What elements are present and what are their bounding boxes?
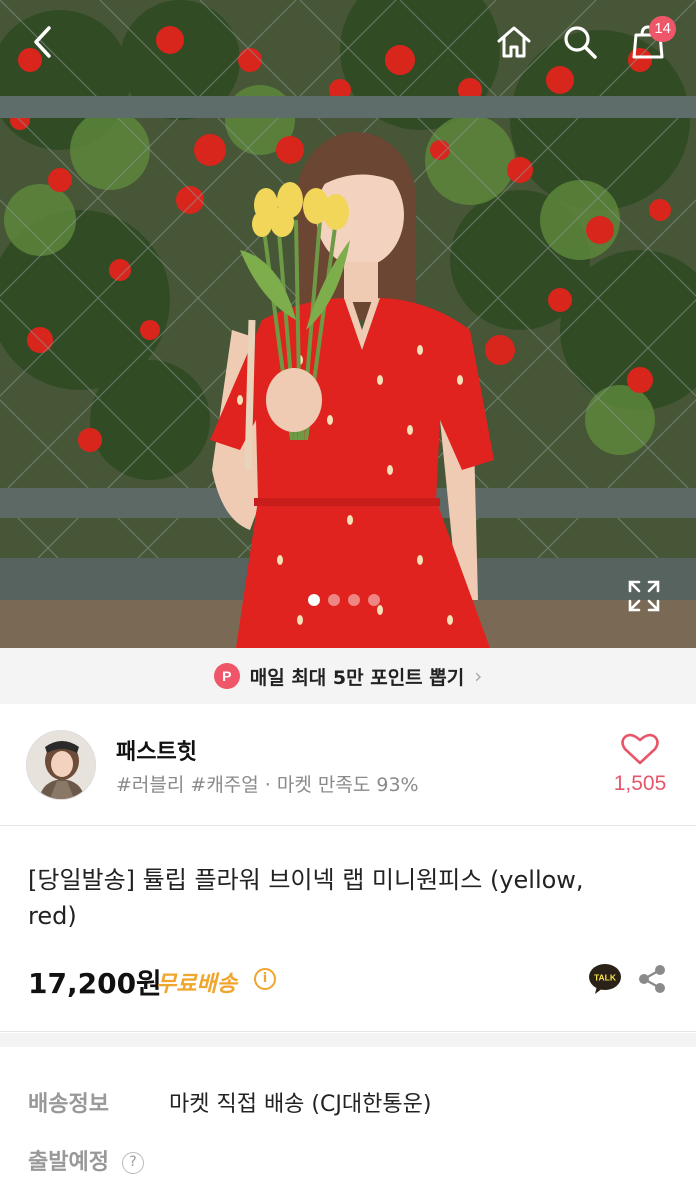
gallery-pagination [308, 594, 380, 606]
gallery-dot[interactable] [348, 594, 360, 606]
section-divider [0, 1033, 696, 1047]
shop-tags: #러블리 #캐주얼 · 마켓 만족도 93% [116, 774, 419, 796]
departure-label: 출발예정 [28, 1150, 109, 1175]
shop-name[interactable]: 패스트힛 [116, 734, 197, 766]
departure-row: 출발예정 ? [28, 1144, 144, 1176]
product-title: [당일발송] 튤립 플라워 브이넥 랩 미니원피스 (yellow, red) [28, 866, 584, 930]
search-icon [564, 26, 597, 59]
point-draw-banner[interactable]: P 매일 최대 5만 포인트 뽑기 › [0, 648, 696, 704]
chevron-right-icon: › [474, 664, 483, 688]
gallery-dot[interactable] [368, 594, 380, 606]
back-icon [34, 26, 51, 58]
shipping-info-value: 마켓 직접 배송 (CJ대한통운) [169, 1092, 432, 1117]
gallery-dot[interactable] [328, 594, 340, 606]
like-count: 1,505 [613, 772, 667, 795]
product-info: [당일발송] 튤립 플라워 브이넥 랩 미니원피스 (yellow, red) … [0, 826, 696, 1032]
shipping-info-row: 배송정보 마켓 직접 배송 (CJ대한통운) [28, 1086, 431, 1118]
home-button[interactable] [490, 18, 538, 66]
product-price: 17,200원 [28, 967, 162, 1000]
help-icon[interactable]: ? [121, 1152, 144, 1174]
free-shipping-label: 무료배송 [156, 972, 237, 997]
heart-icon [621, 733, 659, 765]
shipping-info-label: 배송정보 [28, 1092, 109, 1117]
gallery-dot[interactable] [308, 594, 320, 606]
share-icon[interactable] [636, 962, 668, 996]
back-button[interactable] [20, 18, 68, 66]
info-icon[interactable]: i [254, 968, 276, 990]
like-button[interactable]: 1,505 [600, 728, 680, 808]
point-badge-icon: P [213, 663, 240, 689]
search-button[interactable] [556, 18, 604, 66]
home-icon [497, 26, 531, 58]
shop-info: 패스트힛 #러블리 #캐주얼 · 마켓 만족도 93% 1,505 [0, 704, 696, 826]
cart-button[interactable]: 14 [624, 16, 676, 66]
cart-count-badge: 14 [649, 16, 676, 42]
talk-label: TALK [594, 973, 617, 983]
product-image-gallery[interactable]: 14 [0, 0, 696, 648]
kakao-talk-icon[interactable]: TALK [588, 962, 622, 996]
point-banner-text: 매일 최대 5만 포인트 뽑기 [249, 666, 465, 689]
product-photo [0, 0, 696, 648]
avatar-image [27, 731, 95, 799]
expand-icon[interactable] [624, 576, 664, 616]
shop-avatar[interactable] [26, 730, 96, 800]
